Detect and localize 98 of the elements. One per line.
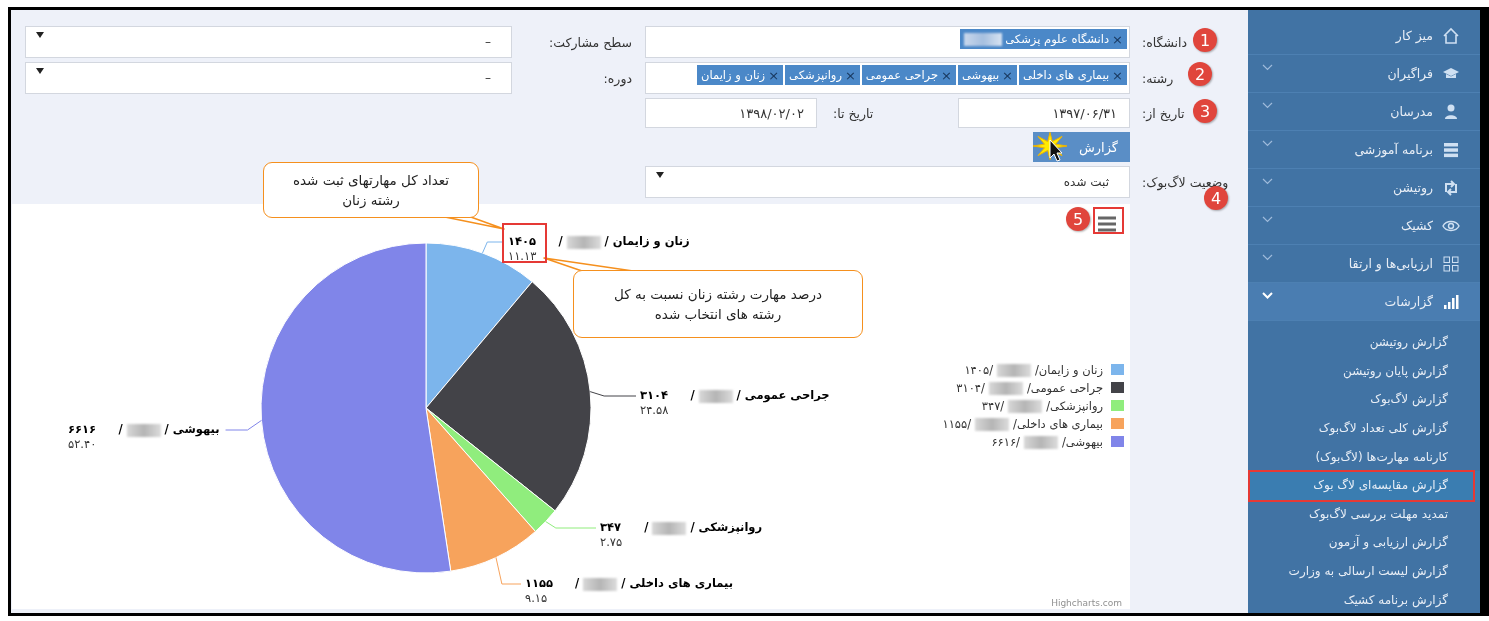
slice-percent: ۹.۱۵ — [525, 591, 549, 606]
submenu-item[interactable]: گزارش ارزیابی و آزمون — [1248, 528, 1480, 557]
field-label: تاریخ تا: — [831, 105, 875, 121]
legend-value: /۶۶۱۶ — [991, 434, 1020, 449]
leader-line — [545, 521, 597, 529]
tag-label: زنان و زایمان — [701, 68, 766, 82]
legend-label[interactable]: زنان و زایمان/ — [1035, 362, 1103, 377]
submenu-item[interactable]: گزارش مقایسه‌ای لاگ بوک — [1248, 470, 1480, 500]
submenu-item[interactable]: گزارش روتیشن — [1248, 328, 1480, 357]
callout-text: تعداد کل مهارتهای ثبت شده رشته زنان — [291, 171, 451, 210]
field-label: رشته: — [1142, 70, 1174, 86]
slice-name: بیماری های داخلی — [629, 576, 733, 590]
slice-percent: ۵۲.۴۰ — [68, 437, 97, 452]
home-icon — [1442, 26, 1460, 45]
field-label: سطح مشارکت: — [549, 34, 632, 50]
sidebar-item[interactable]: میز کار — [1248, 17, 1480, 55]
sidebar-item[interactable]: مدرسان — [1248, 93, 1480, 131]
leader-line — [225, 419, 262, 431]
sidebar-item[interactable]: گزارشات — [1248, 283, 1480, 321]
label-separator: / — [736, 388, 741, 402]
tag-label: روانپزشکی — [789, 68, 842, 82]
label-separator: / — [690, 388, 695, 402]
slice-name: زنان و زایمان — [612, 234, 690, 248]
field-label: دانشگاه: — [1142, 34, 1188, 50]
leader-line — [589, 391, 637, 397]
label-separator: / — [644, 520, 649, 534]
remove-tag-button[interactable]: × — [768, 67, 780, 83]
highlight-frame — [502, 223, 547, 263]
dropdown-field[interactable]: – — [25, 26, 512, 58]
legend-label[interactable]: بیهوشی/ — [1062, 434, 1103, 449]
callout-text: درصد مهارت رشته زنان نسبت به کل رشته های انتخاب شده — [613, 285, 823, 324]
submenu-item[interactable]: گزارش لاگ‌بوک — [1248, 385, 1480, 414]
remove-tag-button[interactable]: × — [1112, 67, 1123, 83]
label-separator: / — [118, 422, 123, 436]
tag-input-field[interactable]: × دانشگاه علوم پزشکی — [645, 26, 1130, 58]
slice-value: ۶۶۱۶ — [68, 422, 97, 437]
sidebar-item[interactable]: فراگیران — [1248, 55, 1480, 93]
chart-credit[interactable]: Highcharts.com — [1051, 598, 1122, 608]
legend-value: /۱۴۰۵ — [964, 362, 993, 377]
remove-tag-button[interactable]: × — [941, 67, 952, 83]
caret-icon — [36, 68, 44, 74]
slice-value: ۱۱۵۵ — [525, 576, 554, 591]
remove-tag-button[interactable]: × — [1112, 31, 1123, 47]
label-separator: / — [558, 234, 563, 248]
leader-line — [482, 241, 505, 254]
slice-percent: ۱۱.۱۳ — [508, 249, 537, 264]
sidebar-item[interactable]: کشیک — [1248, 207, 1480, 245]
highlight-frame — [1093, 207, 1124, 234]
legend-label[interactable]: روانپزشکی/ — [1046, 398, 1103, 413]
user-icon — [1442, 102, 1460, 121]
label-separator: / — [575, 576, 580, 590]
sidebar-item[interactable]: برنامه آموزشی — [1248, 131, 1480, 169]
caret-icon — [36, 32, 44, 38]
submenu-item[interactable]: گزارش کلی تعداد لاگ‌بوک — [1248, 413, 1480, 443]
date-field[interactable]: ۱۳۹۸/۰۲/۰۲ — [645, 98, 817, 128]
caret-icon — [656, 172, 664, 178]
legend-value: /۱۱۵۵ — [942, 416, 972, 431]
field-label: دوره: — [603, 70, 632, 86]
remove-tag-button[interactable]: × — [1002, 67, 1013, 83]
repeat-icon — [1442, 178, 1460, 197]
leader-line — [495, 556, 522, 585]
label-separator: / — [621, 576, 626, 590]
legend-value: /۳۴۷ — [981, 398, 1005, 413]
slice-value: ۳۴۷ — [600, 520, 623, 535]
slice-value: ۳۱۰۴ — [640, 388, 669, 403]
grid-icon — [1442, 254, 1460, 273]
menu-icon[interactable] — [1097, 216, 1117, 232]
date-field[interactable]: ۱۳۹۷/۰۶/۳۱ — [958, 98, 1130, 128]
label-separator: / — [164, 422, 169, 436]
slice-name: بیهوشی — [172, 422, 220, 436]
tag-label: دانشگاه علوم پزشکی — [1005, 32, 1110, 46]
submenu-item[interactable]: گزارش لیست ارسالی به وزارت — [1248, 556, 1480, 586]
submenu-item[interactable]: تمدید مهلت بررسی لاگ‌بوک — [1248, 499, 1480, 529]
cursor-icon — [1049, 139, 1063, 162]
sidebar-item[interactable]: روتیشن — [1248, 169, 1480, 207]
slice-percent: ۲۴.۵۸ — [640, 403, 669, 418]
remove-tag-button[interactable]: × — [844, 67, 856, 83]
slice-name: روانپزشکی — [698, 520, 763, 534]
tag-label: بیماری های داخلی — [1023, 68, 1110, 82]
label-separator: / — [604, 234, 609, 248]
label-separator: / — [690, 520, 695, 534]
dropdown-field[interactable]: ثبت شده — [645, 166, 1130, 198]
dropdown-field[interactable]: – — [25, 62, 512, 94]
tag-label: جراحی عمومی — [865, 68, 939, 82]
tag-label: بیهوشی — [961, 68, 1000, 82]
submenu-item[interactable]: گزارش برنامه کشیک — [1248, 585, 1480, 613]
submenu-item[interactable]: گزارش پایان روتیشن — [1248, 356, 1480, 386]
slice-value: ۱۴۰۵ — [508, 234, 537, 249]
bar-chart-icon — [1442, 292, 1460, 311]
slice-percent: ۲.۷۵ — [600, 535, 623, 550]
legend-label[interactable]: جراحی عمومی/ — [1026, 380, 1103, 395]
legend-label[interactable]: بیماری های داخلی/ — [1013, 416, 1103, 431]
slice-name: جراحی عمومی — [744, 388, 830, 402]
tag-input-field[interactable]: × بیماری های داخلی × بیهوشی × جراحی عمومی × روانپزشکی × زنان و زایمان — [645, 62, 1130, 94]
legend-value: /۳۱۰۴ — [956, 380, 985, 395]
submenu-item[interactable]: کارنامه مهارت‌ها (لاگ‌بوک) — [1248, 442, 1480, 471]
field-label: تاریخ از: — [1142, 105, 1185, 121]
list-icon — [1442, 140, 1460, 159]
